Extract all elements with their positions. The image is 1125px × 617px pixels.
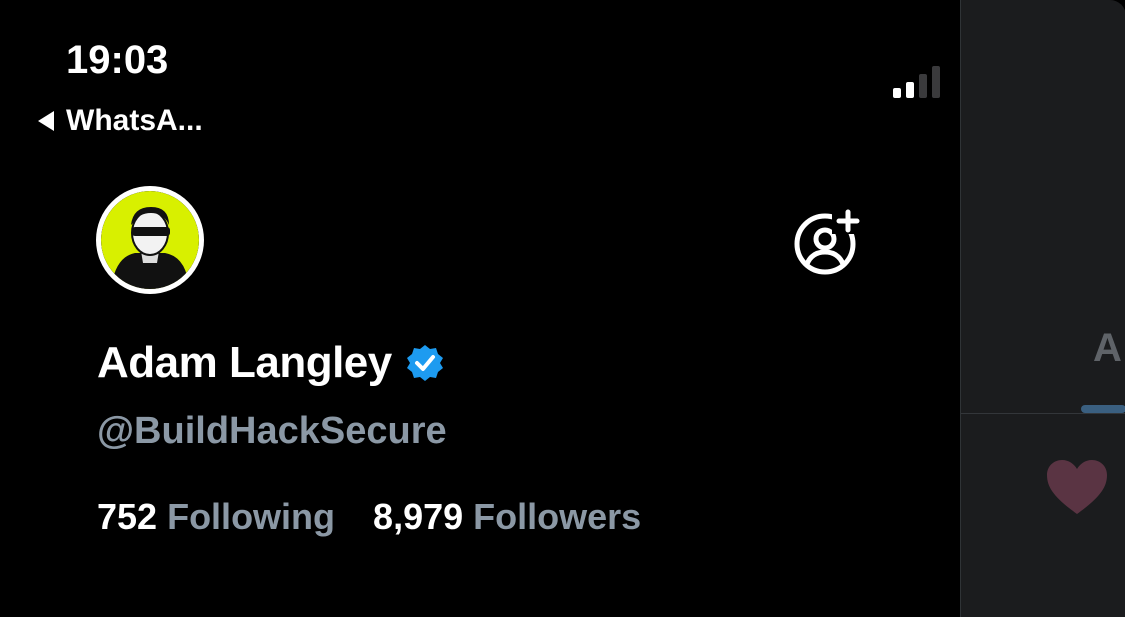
adjacent-screen-panel[interactable]: A (960, 0, 1125, 617)
followers-label: Followers (473, 496, 642, 537)
following-label: Following (167, 496, 336, 537)
back-app-label: WhatsA... (66, 104, 203, 137)
verified-badge-icon (406, 345, 443, 381)
follow-stats: 752 Following 8,979 Followers (97, 496, 641, 538)
back-arrow-icon (38, 111, 54, 131)
avatar-illustration (101, 191, 199, 289)
panel-divider (961, 413, 1125, 414)
name-row: Adam Langley (97, 338, 444, 388)
heart-icon[interactable] (1045, 458, 1109, 516)
followers-link[interactable]: 8,979 Followers (373, 496, 641, 538)
tab-indicator (1081, 405, 1125, 413)
status-time: 19:03 (66, 38, 169, 82)
following-link[interactable]: 752 Following (97, 496, 335, 538)
user-handle: @BuildHackSecure (97, 410, 447, 452)
followers-count: 8,979 (373, 496, 464, 537)
cellular-signal-icon (893, 66, 940, 98)
back-to-app-button[interactable]: WhatsA... (38, 104, 203, 138)
following-count: 752 (97, 496, 158, 537)
peek-letter: A (1093, 326, 1122, 370)
avatar[interactable] (96, 186, 204, 294)
add-person-icon[interactable] (792, 208, 862, 278)
display-name: Adam Langley (97, 338, 392, 387)
